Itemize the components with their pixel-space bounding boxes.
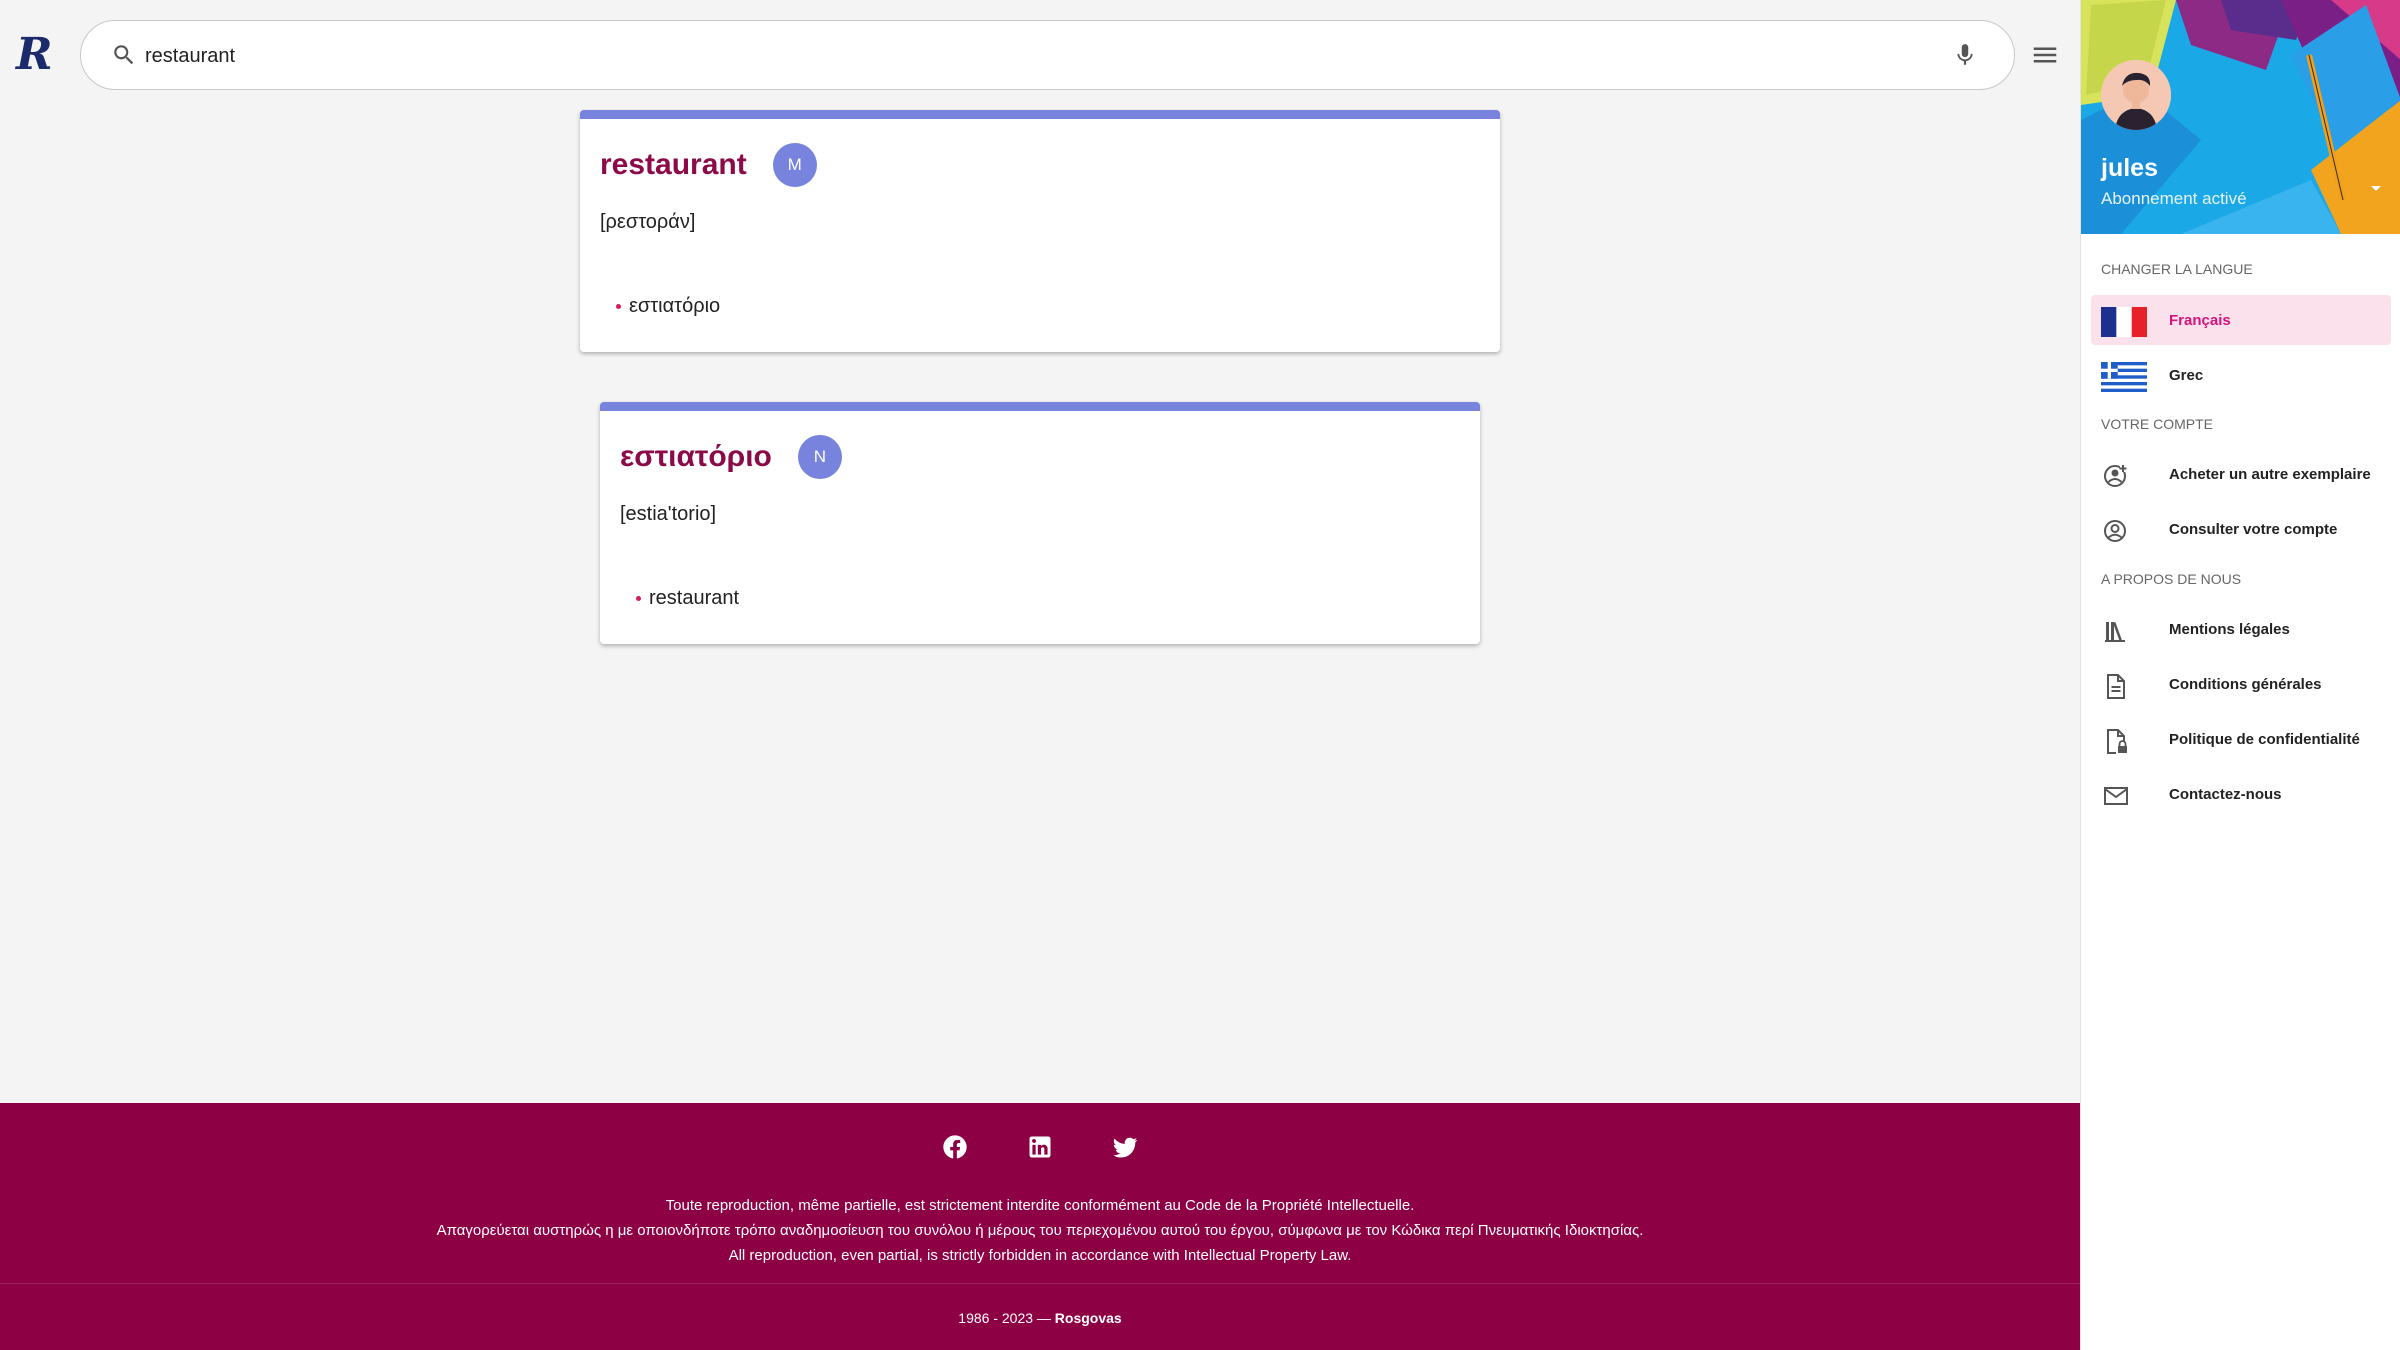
subscription-status: Abonnement activé [2101, 189, 2247, 208]
avatar[interactable] [2101, 60, 2171, 130]
gender-badge: N [797, 435, 842, 479]
linkedin-icon[interactable] [1026, 1133, 1054, 1161]
menu-icon[interactable] [2030, 40, 2060, 70]
main-area: R restaurant M [ρεστοράν] εστιατόριο εστ… [0, 0, 2080, 1350]
profile-header: jules Abonnement activé [2081, 0, 2400, 234]
menu-item-label: Conditions générales [2169, 675, 2322, 693]
translation-item[interactable]: restaurant [636, 587, 739, 610]
result-card: εστιατόριο N [estia'torio] restaurant [600, 402, 1480, 644]
menu-item-label: Contactez-nous [2169, 785, 2282, 803]
translation-item[interactable]: εστιατόριο [616, 295, 720, 318]
legal-notice: Toute reproduction, même partielle, est … [0, 1193, 2080, 1268]
footer-divider [0, 1283, 2080, 1284]
language-label: Français [2169, 311, 2231, 329]
legal-notice-fr: Toute reproduction, même partielle, est … [665, 1197, 1415, 1214]
menu-item-contact[interactable]: Contactez-nous [2091, 769, 2391, 819]
search-input[interactable] [145, 37, 1925, 75]
search-icon [114, 45, 134, 65]
menu-item-label: Acheter un autre exemplaire [2169, 465, 2371, 483]
facebook-icon[interactable] [941, 1133, 969, 1161]
bullet-icon [636, 596, 641, 601]
result-card: restaurant M [ρεστοράν] εστιατόριο [580, 110, 1500, 352]
pronunciation: [estia'torio] [620, 503, 717, 525]
section-title-about: A PROPOS DE NOUS [2101, 571, 2242, 587]
pronunciation: [ρεστοράν] [600, 211, 696, 233]
mail-icon [2104, 787, 2128, 805]
chevron-down-icon[interactable] [2364, 176, 2388, 200]
gender-badge: M [772, 143, 817, 187]
menu-item-privacy[interactable]: Politique de confidentialité [2091, 714, 2391, 764]
document-lock-icon [2107, 729, 2127, 754]
footer: Toute reproduction, même partielle, est … [0, 1103, 2080, 1350]
menu-item-view-account[interactable]: Consulter votre compte [2091, 504, 2391, 554]
menu-item-label: Mentions légales [2169, 620, 2290, 638]
greek-flag-icon [2101, 362, 2147, 392]
language-item-francais[interactable]: Français [2091, 295, 2391, 345]
french-flag-icon [2101, 307, 2147, 337]
copyright-brand: Rosgovas [1054, 1310, 1122, 1326]
twitter-icon[interactable] [1111, 1133, 1139, 1161]
menu-item-buy-copy[interactable]: Acheter un autre exemplaire [2091, 449, 2391, 499]
translation-label[interactable]: εστιατόριο [629, 295, 720, 318]
copyright-years: 1986 - 2023 — [958, 1310, 1051, 1326]
menu-item-legal[interactable]: Mentions légales [2091, 604, 2391, 654]
menu-item-label: Consulter votre compte [2169, 520, 2338, 538]
bullet-icon [616, 304, 621, 309]
account-add-icon [2104, 465, 2127, 487]
entry-word: restaurant [600, 148, 747, 181]
legal-notice-en: All reproduction, even partial, is stric… [728, 1247, 1352, 1264]
document-icon [2107, 674, 2125, 699]
social-links [0, 1133, 2080, 1161]
language-item-grec[interactable]: Grec [2091, 350, 2391, 400]
account-circle-icon [2104, 520, 2126, 542]
language-label: Grec [2169, 366, 2204, 384]
entry-word: εστιατόριο [620, 440, 772, 473]
library-icon [2105, 622, 2125, 642]
section-title-account: VOTRE COMPTE [2101, 416, 2214, 432]
app-logo[interactable]: R [16, 30, 70, 80]
legal-notice-el: Απαγορεύεται αυστηρώς η με οποιονδήποτε … [436, 1222, 1644, 1239]
menu-item-label: Politique de confidentialité [2169, 730, 2360, 748]
section-title-language: CHANGER LA LANGUE [2101, 261, 2253, 277]
user-name: jules [2101, 154, 2158, 182]
search-bar[interactable] [80, 20, 2015, 90]
translation-label[interactable]: restaurant [649, 587, 739, 610]
menu-item-terms[interactable]: Conditions générales [2091, 659, 2391, 709]
copyright: 1986 - 2023 — Rosgovas [0, 1310, 2080, 1326]
side-drawer: jules Abonnement activé CHANGER LA LANGU… [2080, 0, 2400, 1350]
microphone-icon[interactable] [1952, 41, 1978, 69]
